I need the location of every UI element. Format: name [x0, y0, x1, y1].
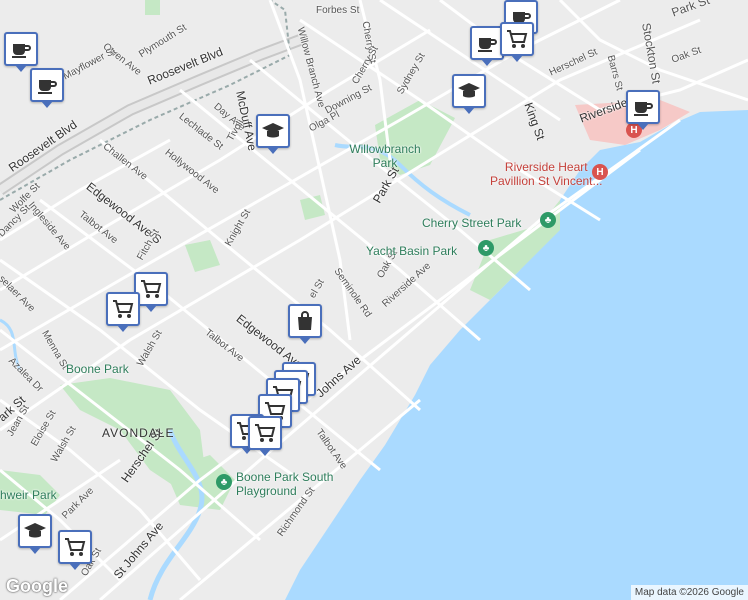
tree-icon: ♣	[216, 474, 232, 490]
coffee-cup-icon	[634, 102, 653, 116]
coffee-cup-icon	[478, 38, 497, 52]
shopping-bag-icon	[298, 311, 312, 330]
map-marker-grocery[interactable]	[58, 530, 92, 570]
map-marker-school[interactable]	[18, 514, 52, 554]
map-marker-store[interactable]	[288, 304, 322, 344]
map-marker-grocery[interactable]	[500, 22, 534, 62]
google-logo: Google	[6, 576, 68, 596]
map-marker-cafe[interactable]	[470, 26, 504, 66]
small-park-3	[145, 0, 160, 15]
map-marker-school[interactable]	[256, 114, 290, 154]
graduation-cap-icon	[262, 123, 284, 138]
tree-icon: ♣	[478, 240, 494, 256]
map-marker-cafe[interactable]	[30, 68, 64, 108]
park-label-willowbranch[interactable]: Willowbranch Park	[340, 142, 430, 170]
coffee-cup-icon	[12, 44, 31, 58]
hospital-label[interactable]: Riverside Heart Pavillion St Vincent...	[490, 160, 603, 188]
park-label-shweir[interactable]: hweir Park	[0, 488, 57, 502]
neighborhood-label: AVONDALE	[102, 426, 175, 440]
tree-icon: ♣	[540, 212, 556, 228]
shopping-cart-icon	[113, 300, 134, 318]
map-marker-school[interactable]	[452, 74, 486, 114]
park-label-yacht-basin[interactable]: Yacht Basin Park	[366, 244, 457, 258]
map-attribution[interactable]: Map data ©2026 Google	[630, 585, 748, 600]
map-marker-grocery[interactable]	[248, 416, 282, 456]
shopping-cart-icon	[65, 538, 86, 556]
map-marker-cafe[interactable]	[4, 32, 38, 72]
shopping-cart-icon	[141, 280, 162, 298]
park-label-boone[interactable]: Boone Park	[66, 362, 129, 376]
map-marker-grocery[interactable]	[106, 292, 140, 332]
street-label-forbes-st: Forbes St	[316, 5, 360, 16]
hospital-icon: H	[592, 164, 608, 180]
graduation-cap-icon	[458, 83, 480, 98]
small-park-1	[185, 240, 220, 272]
shopping-cart-icon	[507, 30, 528, 48]
graduation-cap-icon	[24, 523, 46, 538]
park-label-boone-south[interactable]: Boone Park South Playground	[236, 470, 333, 498]
map-marker-cafe[interactable]	[626, 90, 660, 130]
coffee-cup-icon	[38, 80, 57, 94]
park-label-cherry-street[interactable]: Cherry Street Park	[422, 216, 521, 230]
map-canvas[interactable]: Forbes St Cherry St Park St Stockton St …	[0, 0, 748, 600]
shopping-cart-icon	[255, 424, 276, 442]
